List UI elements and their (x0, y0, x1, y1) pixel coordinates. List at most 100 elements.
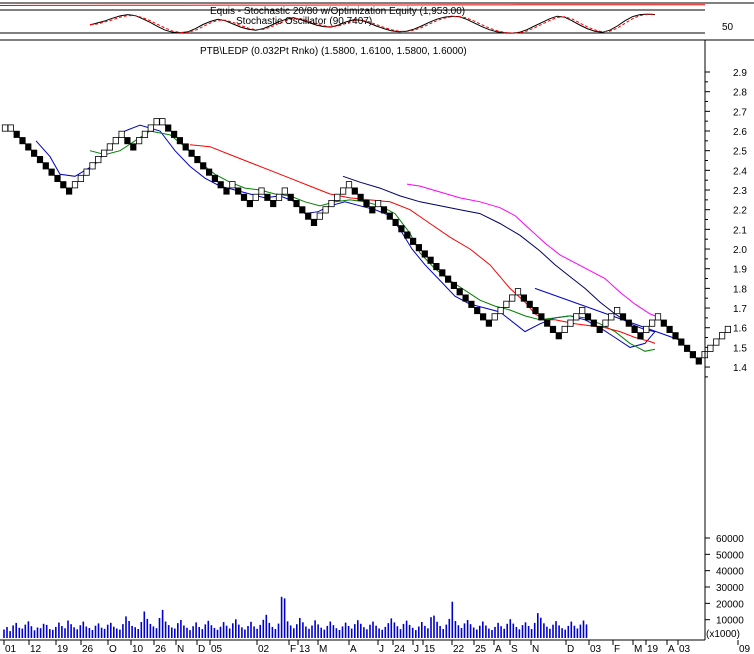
time-tick-label: 02 (258, 644, 270, 654)
time-tick-label: 24 (394, 644, 406, 654)
renko-brick-down (293, 199, 300, 208)
time-tick-label: 25 (475, 644, 487, 654)
price-panel: PTB\LEDP (0.032Pt Rnko) (1.5800, 1.6100,… (1, 46, 747, 378)
renko-brick-down (351, 187, 358, 195)
renko-brick-up (153, 118, 160, 126)
renko-brick-up (118, 130, 125, 138)
time-tick-label: 26 (82, 644, 94, 654)
renko-brick-down (369, 206, 376, 214)
renko-brick-up (654, 313, 662, 321)
renko-brick-up (374, 199, 382, 208)
renko-brick-down (689, 351, 697, 359)
renko-brick-down (544, 319, 551, 327)
renko-brick-down (520, 294, 528, 302)
time-tick-label: J (379, 644, 384, 654)
renko-brick-down (19, 137, 26, 145)
renko-brick-down (223, 187, 230, 195)
renko-brick-up (608, 313, 615, 321)
renko-brick-down (625, 319, 632, 327)
renko-brick-down (538, 313, 545, 321)
renko-brick-up (141, 130, 148, 138)
price-tick-label: 2.3 (733, 186, 747, 197)
time-tick-label: 01 (5, 644, 17, 654)
time-tick-label: M (319, 644, 327, 654)
time-tick-label: 10 (132, 644, 144, 654)
renko-brick-down (217, 181, 224, 189)
overlay-line-4 (406, 183, 656, 317)
renko-brick-down (462, 294, 469, 302)
renko-brick-up (509, 294, 516, 302)
renko-brick-up (339, 187, 347, 195)
renko-brick-down (660, 319, 667, 327)
renko-brick-down (363, 199, 370, 208)
volume-tick-label: 50000 (716, 550, 744, 561)
time-tick-label: D (198, 644, 205, 654)
renko-brick-down (357, 193, 364, 201)
renko-brick-up (573, 313, 580, 321)
renko-brick-up (77, 174, 84, 183)
renko-brick-down (60, 181, 67, 189)
volume-tick-label: 20000 (716, 599, 744, 610)
renko-brick-down (427, 256, 434, 264)
price-tick-label: 2.0 (733, 245, 747, 256)
time-tick-label: 22 (453, 644, 465, 654)
renko-brick-up (101, 149, 108, 157)
time-tick-label: S (511, 644, 518, 654)
renko-brick-down (287, 193, 294, 201)
renko-brick-up (106, 143, 113, 151)
renko-brick-down (450, 281, 458, 289)
renko-brick-down (299, 206, 306, 214)
renko-brick-down (485, 319, 493, 327)
renko-brick-up (643, 325, 650, 333)
renko-brick-up (281, 187, 288, 195)
price-tick-label: 2.9 (733, 68, 747, 79)
stochastic-line-2 (89, 13, 655, 34)
time-tick-label: 26 (155, 644, 167, 654)
renko-brick-down (666, 325, 673, 333)
renko-brick-down (176, 137, 183, 145)
renko-brick-up (1, 124, 9, 132)
time-tick-label: N (532, 644, 539, 654)
renko-brick-down (439, 269, 446, 277)
renko-brick-down (194, 155, 201, 164)
renko-brick-down (409, 237, 417, 245)
stochastic-tick-label: 50 (722, 22, 734, 33)
renko-brick-down (468, 300, 475, 308)
renko-brick-down (526, 300, 533, 308)
renko-brick-up (719, 332, 726, 340)
renko-brick-down (684, 344, 691, 352)
renko-brick-up (724, 325, 732, 333)
stochastic-panel: Equis - Stochastic 20/80 w/Optimization … (0, 2, 754, 41)
renko-brick-up (503, 300, 510, 308)
renko-brick-up (561, 325, 568, 333)
stochastic-subtitle: Stochastic Oscillator (90.7407) (236, 16, 372, 27)
time-tick-label: A (495, 644, 502, 654)
time-tick-label: J (414, 644, 419, 654)
renko-brick-down (36, 155, 44, 164)
chart: Equis - Stochastic 20/80 w/Optimization … (0, 2, 754, 654)
price-tick-label: 2.5 (733, 147, 747, 158)
price-tick-label: 1.4 (733, 363, 747, 374)
renko-brick-up (95, 155, 102, 164)
renko-brick-up (71, 181, 79, 189)
price-tick-label: 2.7 (733, 107, 747, 118)
price-tick-label: 1.7 (733, 304, 747, 315)
renko-brick-down (188, 149, 195, 157)
time-tick-label: N (177, 644, 184, 654)
renko-brick-up (258, 187, 265, 195)
renko-brick-up (147, 124, 154, 132)
price-tick-label: 2.2 (733, 206, 747, 217)
overlay-line-1 (89, 130, 656, 352)
renko-brick-down (444, 275, 452, 283)
renko-brick-down (54, 174, 61, 183)
volume-tick-label: 40000 (716, 567, 744, 578)
renko-brick-down (182, 143, 189, 151)
price-tick-label: 1.6 (733, 324, 747, 335)
price-tick-label: 1.5 (733, 343, 747, 354)
time-tick-label: 13 (299, 644, 311, 654)
renko-brick-up (713, 338, 720, 346)
renko-brick-down (25, 143, 32, 151)
renko-brick-down (305, 212, 312, 220)
renko-brick-up (7, 124, 14, 132)
renko-brick-up (275, 193, 283, 201)
